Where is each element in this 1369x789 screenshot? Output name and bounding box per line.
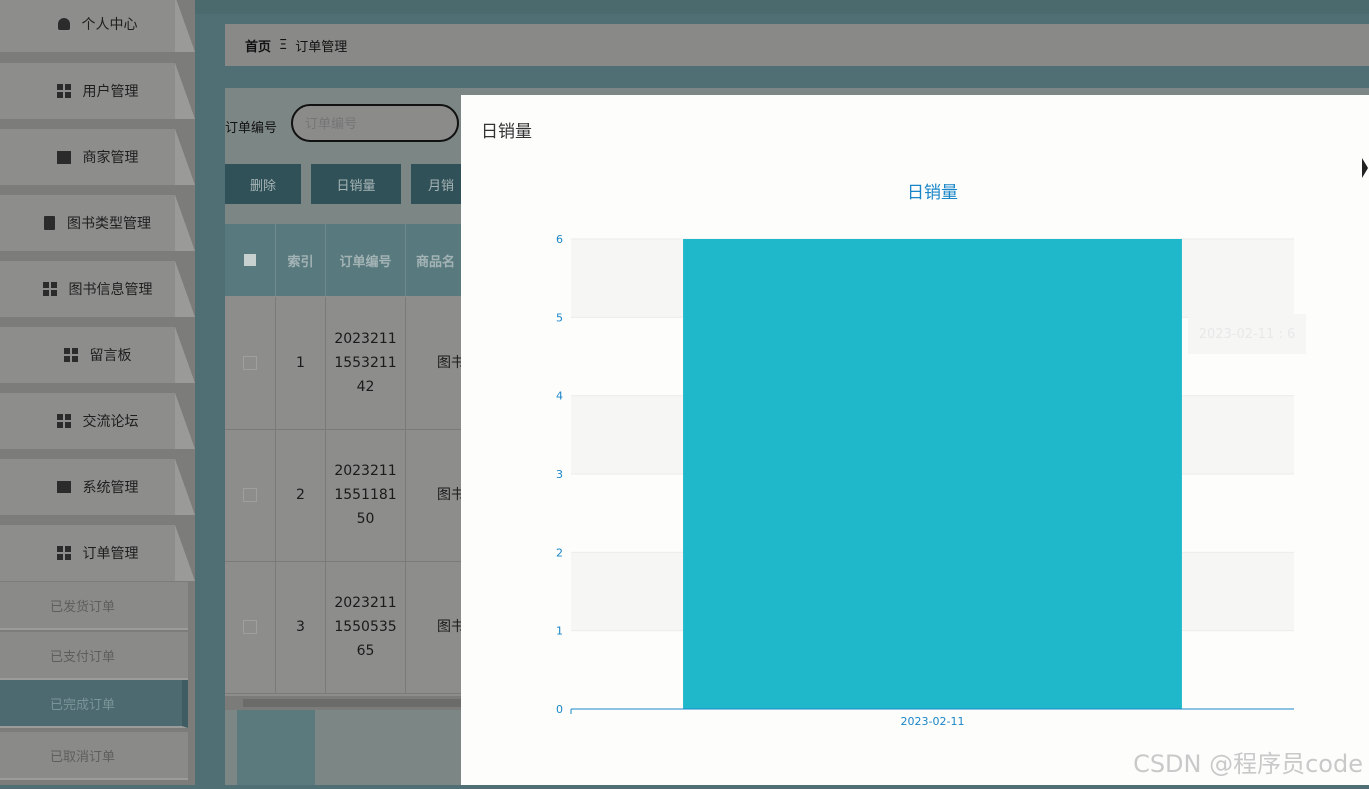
sidebar-item-merchant-management[interactable]: 商家管理 bbox=[0, 129, 195, 185]
header-order-number: 订单编号 bbox=[326, 224, 406, 296]
table-horizontal-scrollbar[interactable] bbox=[225, 696, 465, 710]
sidebar-item-label: 用户管理 bbox=[82, 84, 139, 100]
y-tick-label: 4 bbox=[556, 390, 563, 403]
table-row[interactable]: 1 2023211 1553211 42 图书 bbox=[225, 297, 465, 430]
order-number-line: 42 bbox=[356, 379, 375, 395]
search-label: 订单编号 bbox=[225, 121, 278, 136]
sidebar-item-personal-center[interactable]: 个人中心 bbox=[0, 0, 195, 52]
sidebar-item-label: 商家管理 bbox=[82, 150, 139, 166]
clipboard-icon bbox=[44, 216, 55, 230]
watermark: CSDN @程序员code bbox=[1133, 750, 1363, 778]
header-index: 索引 bbox=[276, 224, 326, 296]
sidebar-item-label: 图书类型管理 bbox=[67, 216, 151, 232]
order-number-line: 1553211 bbox=[334, 355, 397, 371]
chart-bar[interactable] bbox=[683, 239, 1182, 709]
sidebar-item-label: 留言板 bbox=[89, 348, 132, 364]
breadcrumb-separator: Ξ bbox=[279, 37, 288, 53]
submenu-label: 已取消订单 bbox=[50, 749, 116, 765]
submenu-paid-orders[interactable]: 已支付订单 bbox=[0, 632, 188, 680]
sidebar-item-user-management[interactable]: 用户管理 bbox=[0, 63, 195, 119]
grid-icon bbox=[56, 84, 71, 98]
top-bar bbox=[0, 0, 1369, 14]
breadcrumb: 首页 Ξ 订单管理 bbox=[225, 24, 1369, 66]
grid-icon bbox=[42, 282, 57, 296]
sidebar-item-book-info-management[interactable]: 图书信息管理 bbox=[0, 261, 195, 317]
daily-sales-dialog: 日销量 日销量 0 1 2 3 4 5 6 2023-02-11 2023-02-11 : 6 … bbox=[461, 95, 1369, 785]
sidebar-item-label: 交流论坛 bbox=[82, 414, 139, 430]
sidebar-item-system-management[interactable]: 系统管理 bbox=[0, 459, 195, 515]
table-row[interactable]: 2 2023211 1551181 50 图书 bbox=[225, 429, 465, 562]
submenu-label: 已支付订单 bbox=[50, 649, 116, 665]
row-order-number: 2023211 1553211 42 bbox=[326, 297, 406, 429]
order-number-line: 2023211 bbox=[334, 463, 397, 479]
row-checkbox-cell[interactable] bbox=[225, 561, 276, 693]
order-number-line: 1551181 bbox=[334, 487, 397, 503]
dialog-title: 日销量 bbox=[481, 122, 532, 142]
sidebar-item-order-management[interactable]: 订单管理 bbox=[0, 525, 195, 581]
order-number-line: 2023211 bbox=[334, 595, 397, 611]
grid-icon bbox=[56, 546, 71, 560]
row-checkbox-cell[interactable] bbox=[225, 297, 276, 429]
book-icon bbox=[56, 481, 71, 493]
table-row[interactable]: 3 2023211 1550535 65 图书 bbox=[225, 561, 465, 694]
chart-svg: 日销量 0 1 2 3 4 5 6 2023-02-11 bbox=[556, 183, 1294, 728]
submenu-label: 已完成订单 bbox=[50, 697, 116, 713]
submenu-completed-orders[interactable]: 已完成订单 bbox=[0, 680, 188, 728]
sidebar: 个人中心 用户管理 商家管理 图书类型管理 图书信息管理 留言板 交流论坛 系统… bbox=[0, 0, 195, 785]
grid-icon bbox=[63, 348, 78, 362]
y-tick-label: 3 bbox=[556, 468, 563, 481]
y-tick-label: 5 bbox=[556, 311, 563, 324]
row-product-name: 图书 bbox=[437, 355, 465, 371]
sidebar-item-book-type-management[interactable]: 图书类型管理 bbox=[0, 195, 195, 251]
order-number-line: 65 bbox=[356, 643, 375, 659]
x-tick-label: 2023-02-11 bbox=[901, 715, 965, 728]
background-decoration bbox=[237, 710, 315, 785]
order-number-line: 2023211 bbox=[334, 331, 397, 347]
row-index: 1 bbox=[276, 297, 326, 429]
sidebar-item-label: 个人中心 bbox=[81, 17, 138, 33]
monitor-icon bbox=[56, 150, 71, 164]
y-tick-label: 0 bbox=[556, 703, 563, 716]
daily-sales-button[interactable]: 日销量 bbox=[311, 164, 401, 204]
breadcrumb-current: 订单管理 bbox=[295, 39, 348, 55]
row-checkbox[interactable] bbox=[243, 356, 257, 370]
y-tick-label: 6 bbox=[556, 233, 563, 246]
row-order-number: 2023211 1551181 50 bbox=[326, 429, 406, 561]
sidebar-item-message-board[interactable]: 留言板 bbox=[0, 327, 195, 383]
submenu-shipped-orders[interactable]: 已发货订单 bbox=[0, 582, 188, 630]
order-number-line: 50 bbox=[356, 511, 375, 527]
row-index: 3 bbox=[276, 561, 326, 693]
row-checkbox-cell[interactable] bbox=[225, 429, 276, 561]
chart-title: 日销量 bbox=[907, 183, 958, 203]
header-product-name: 商品名 bbox=[415, 254, 455, 270]
order-number-line: 1550535 bbox=[334, 619, 397, 635]
row-order-number: 2023211 1550535 65 bbox=[326, 561, 406, 693]
grid-icon bbox=[56, 414, 71, 428]
y-tick-label: 1 bbox=[556, 625, 563, 638]
order-number-search-input[interactable] bbox=[291, 104, 459, 142]
delete-button[interactable]: 删除 bbox=[225, 164, 301, 204]
sidebar-item-label: 图书信息管理 bbox=[68, 282, 153, 298]
y-tick-label: 2 bbox=[556, 546, 563, 559]
orders-table: 索引 订单编号 商品名 1 2023211 1553211 42 图书 2 20… bbox=[225, 224, 465, 710]
sidebar-item-forum[interactable]: 交流论坛 bbox=[0, 393, 195, 449]
row-checkbox[interactable] bbox=[243, 620, 257, 634]
row-product-name: 图书 bbox=[437, 619, 465, 635]
select-all-checkbox[interactable] bbox=[244, 254, 256, 266]
daily-sales-chart: 日销量 0 1 2 3 4 5 6 2023-02-11 bbox=[461, 165, 1369, 785]
select-all-checkbox-cell[interactable] bbox=[225, 224, 276, 296]
table-header: 索引 订单编号 商品名 bbox=[225, 224, 465, 296]
row-index: 2 bbox=[276, 429, 326, 561]
scrollbar-thumb[interactable] bbox=[243, 699, 465, 707]
mouse-cursor-icon bbox=[1362, 158, 1368, 178]
submenu-cancelled-orders[interactable]: 已取消订单 bbox=[0, 732, 188, 780]
sidebar-item-label: 订单管理 bbox=[82, 546, 139, 562]
row-product-name: 图书 bbox=[437, 487, 465, 503]
sidebar-item-label: 系统管理 bbox=[82, 480, 139, 496]
submenu-label: 已发货订单 bbox=[50, 599, 116, 615]
breadcrumb-home[interactable]: 首页 bbox=[245, 36, 271, 55]
chart-tooltip: 2023-02-11 : 6 bbox=[1188, 314, 1306, 354]
row-checkbox[interactable] bbox=[243, 488, 257, 502]
user-icon bbox=[57, 18, 70, 30]
